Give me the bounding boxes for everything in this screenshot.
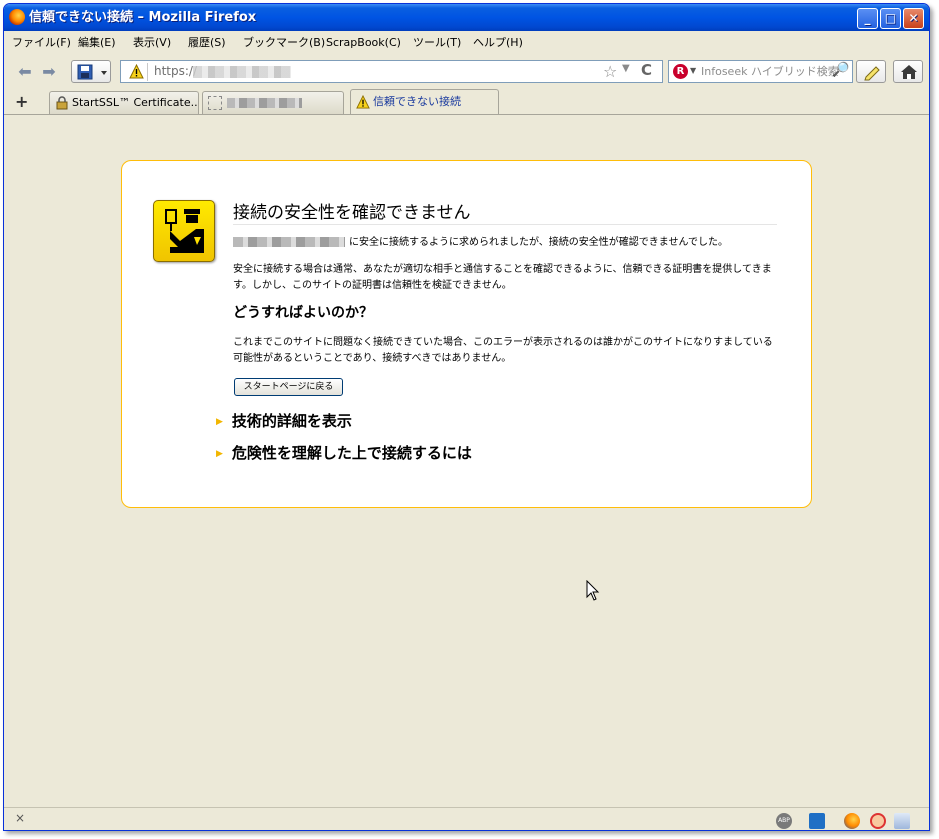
menu-edit[interactable]: 編集(E) [78, 32, 116, 53]
url-dropdown-icon[interactable]: ▼ [622, 63, 630, 74]
menu-history[interactable]: 履歴(S) [188, 32, 226, 53]
understand-risks-expander[interactable]: ▶ 危険性を理解した上で接続するには [216, 443, 472, 464]
status-bar: × ABP [4, 807, 929, 830]
error-paragraph-1: に安全に接続するように求められましたが、接続の安全性が確認できませんでした。 [233, 235, 778, 251]
tab-bar: + StartSSL™ Certificate... 信頼できない接続 [4, 89, 929, 115]
tab-label-redacted [227, 98, 302, 108]
highlighter-icon [864, 66, 880, 81]
tab-startssl[interactable]: StartSSL™ Certificate... [49, 91, 199, 115]
home-icon [901, 65, 917, 79]
save-button[interactable] [71, 60, 111, 83]
highlighter-button[interactable] [856, 60, 886, 83]
menu-bar: ファイル(F) 編集(E) 表示(V) 履歴(S) ブックマーク(B) Scra… [4, 32, 929, 53]
lock-icon [55, 96, 69, 110]
tab-label: StartSSL™ Certificate... [72, 96, 199, 109]
minimize-button[interactable]: _ [857, 8, 878, 29]
back-icon[interactable]: ⬅ [14, 60, 36, 84]
adblock-icon[interactable]: ABP [776, 813, 792, 829]
close-findbar-icon[interactable]: × [15, 811, 25, 825]
back-to-start-page-button[interactable]: スタートページに戻る [234, 378, 343, 396]
content-border [4, 114, 929, 115]
floppy-icon [77, 64, 107, 80]
blocked-icon[interactable] [870, 813, 886, 829]
reload-icon[interactable]: C [641, 61, 652, 79]
tab-label: 信頼できない接続 [373, 95, 461, 108]
home-button[interactable] [893, 60, 923, 83]
search-engine-dropdown-icon[interactable]: ▼ [690, 66, 696, 75]
url-redacted [193, 66, 291, 78]
tab-untrusted-connection[interactable]: 信頼できない接続 [350, 89, 499, 115]
expand-triangle-icon: ▶ [216, 449, 223, 459]
error-title: 接続の安全性を確認できません [233, 201, 777, 225]
maximize-button[interactable]: □ [880, 8, 901, 29]
certificate-error-icon [153, 200, 215, 262]
new-tab-icon[interactable]: + [15, 92, 28, 111]
expander-label: 技術的詳細を表示 [231, 412, 352, 430]
warning-icon [129, 64, 144, 79]
url-text: https:// [154, 64, 198, 78]
error-paragraph-2: 安全に接続する場合は通常、あなたが適切な相手と通信することを確認できるように、信… [233, 264, 772, 291]
firefox-addon-icon[interactable] [844, 813, 860, 829]
search-engine-icon[interactable]: R [673, 64, 688, 79]
url-separator [147, 63, 148, 81]
search-placeholder: Infoseek ハイブリッド検索 [701, 65, 839, 78]
menu-view[interactable]: 表示(V) [133, 32, 171, 53]
mouse-cursor-icon [586, 580, 600, 601]
what-to-do-heading: どうすればよいのか？ [233, 305, 373, 321]
site-name-redacted [233, 237, 345, 247]
error-paragraph-3: これまでこのサイトに問題なく接続できていた場合、このエラーが表示されるのは誰かが… [233, 337, 773, 364]
expand-triangle-icon: ▶ [216, 417, 223, 427]
tab-redacted[interactable] [202, 91, 344, 115]
close-button[interactable]: ✕ [903, 8, 924, 29]
firefox-icon [9, 9, 25, 25]
forward-icon[interactable]: ➡ [39, 60, 59, 84]
menu-bookmarks[interactable]: ブックマーク(B) [243, 32, 325, 53]
page-icon [208, 96, 222, 110]
search-icon[interactable]: 🔎 [832, 62, 849, 78]
sidebar-toggle-icon[interactable] [894, 813, 910, 829]
technical-details-expander[interactable]: ▶ 技術的詳細を表示 [216, 411, 352, 432]
menu-help[interactable]: ヘルプ(H) [473, 32, 523, 53]
error-paragraph-1-text: に安全に接続するように求められましたが、接続の安全性が確認できませんでした。 [349, 237, 728, 248]
bookmark-star-icon[interactable]: ☆ [603, 62, 617, 81]
extension-icon[interactable] [809, 813, 825, 829]
navigation-toolbar: ⬅ ➡ https:// ☆ ▼ C R ▼ Infoseek ハイブリッド検索… [4, 54, 929, 89]
url-bar[interactable]: https:// ☆ ▼ C [120, 60, 663, 83]
menu-tools[interactable]: ツール(T) [413, 32, 461, 53]
expander-label: 危険性を理解した上で接続するには [231, 444, 472, 462]
menu-file[interactable]: ファイル(F) [12, 32, 71, 53]
warning-icon [356, 95, 370, 109]
title-bar[interactable]: 信頼できない接続 – Mozilla Firefox _ □ ✕ [4, 4, 929, 31]
error-page-container: 接続の安全性を確認できません に安全に接続するように求められましたが、接続の安全… [121, 160, 812, 508]
search-bar[interactable]: R ▼ Infoseek ハイブリッド検索 🔎 [668, 60, 853, 83]
browser-window: 信頼できない接続 – Mozilla Firefox _ □ ✕ ファイル(F)… [3, 3, 930, 831]
menu-scrapbook[interactable]: ScrapBook(C) [326, 32, 401, 53]
window-title: 信頼できない接続 – Mozilla Firefox [29, 10, 257, 25]
